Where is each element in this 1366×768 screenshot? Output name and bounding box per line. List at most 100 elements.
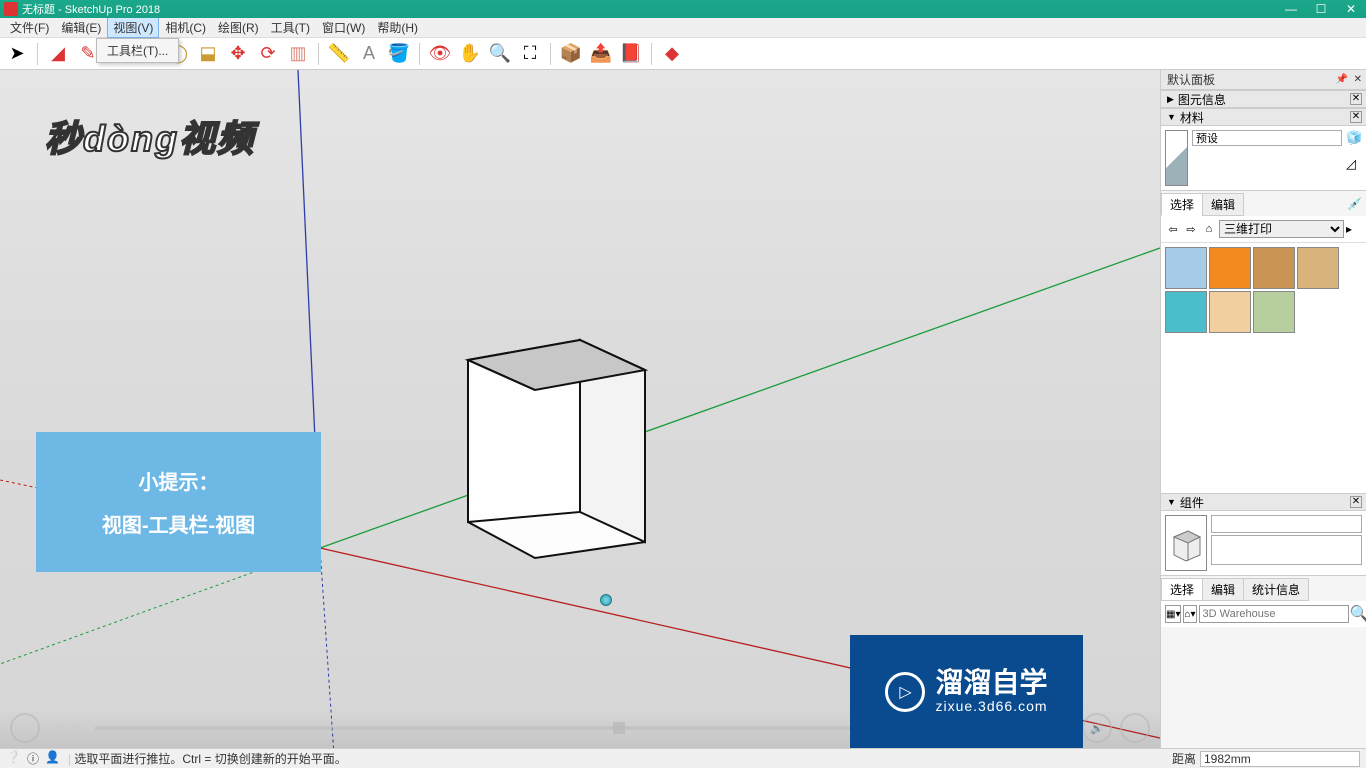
maximize-button[interactable]: ☐ xyxy=(1306,0,1336,18)
tab-stats[interactable]: 统计信息 xyxy=(1243,578,1309,601)
search-icon[interactable]: 🔍 xyxy=(1351,605,1366,623)
cursor-icon xyxy=(600,594,612,606)
tab-edit[interactable]: 编辑 xyxy=(1202,193,1244,216)
zoom-tool[interactable]: 🔍 xyxy=(487,41,513,67)
cube-icon xyxy=(1166,523,1206,563)
orbit-tool[interactable]: 👁 xyxy=(427,41,453,67)
fullscreen-button[interactable]: ⛶ xyxy=(1120,713,1150,743)
eyedropper-icon[interactable]: 💉 xyxy=(1347,197,1362,211)
menu-view[interactable]: 视图(V) xyxy=(107,17,159,38)
offset-tool[interactable]: ✥ xyxy=(225,41,251,67)
brand-en: zixue.3d66.com xyxy=(935,699,1047,714)
close-button[interactable]: ✕ xyxy=(1336,0,1366,18)
tray-title: 默认面板 xyxy=(1167,71,1215,88)
tab-edit[interactable]: 编辑 xyxy=(1202,578,1244,601)
materials-tabs: 选择 编辑 💉 xyxy=(1161,190,1366,216)
home-icon[interactable]: ⌂ xyxy=(1201,221,1217,237)
expand-icon: ▼ xyxy=(1167,112,1176,122)
toolbar-sep xyxy=(37,43,38,65)
home-icon[interactable]: ⌂▾ xyxy=(1183,605,1196,623)
component-name-input[interactable] xyxy=(1211,515,1362,533)
volume-button[interactable]: 🔊 xyxy=(1082,713,1112,743)
menu-camera[interactable]: 相机(C) xyxy=(159,17,212,38)
nav-back-icon[interactable]: ⇦ xyxy=(1165,221,1181,237)
entity-info-label: 图元信息 xyxy=(1178,91,1226,108)
main-toolbar: ➤ ◢ ✎ ⌒ ▭ ◯ ⬓ ✥ ⟳ ▥ 📏 A 🪣 👁 ✋ 🔍 ⛶ 📦 📤 📕 … xyxy=(0,38,1366,70)
warehouse-get-icon[interactable]: 📦 xyxy=(558,41,584,67)
tab-select[interactable]: 选择 xyxy=(1161,578,1203,601)
default-tray: 默认面板 📌 ✕ ▶ 图元信息 ✕ ▼ 材料 ✕ 🧊 ◿ 选择 编辑 xyxy=(1160,70,1366,748)
play-pause-button[interactable]: ⏸ xyxy=(10,713,40,743)
menu-bar: 文件(F) 编辑(E) 视图(V) 相机(C) 绘图(R) 工具(T) 窗口(W… xyxy=(0,18,1366,38)
eraser-tool[interactable]: ◢ xyxy=(45,41,71,67)
geo-icon[interactable]: 👤 xyxy=(45,750,60,767)
tray-close-icon[interactable]: ✕ xyxy=(1354,74,1362,85)
paint-tool[interactable]: 🪣 xyxy=(386,41,412,67)
material-swatch[interactable] xyxy=(1253,291,1295,333)
menu-tools[interactable]: 工具(T) xyxy=(265,17,316,38)
toolbar-sep xyxy=(550,43,551,65)
measurement-readout[interactable]: 1982mm xyxy=(1200,751,1360,767)
material-swatch[interactable] xyxy=(1165,247,1207,289)
submenu-toolbars[interactable]: 工具栏(T)... xyxy=(97,39,178,62)
create-material-icon[interactable]: 🧊 xyxy=(1346,130,1362,146)
select-tool[interactable]: ➤ xyxy=(4,41,30,67)
menu-file[interactable]: 文件(F) xyxy=(4,17,55,38)
status-bar: ❔ ⓘ 👤 | 选取平面进行推拉。Ctrl = 切换创建新的开始平面。 距离 1… xyxy=(0,748,1366,768)
tip-box: 小提示： 视图-工具栏-视图 xyxy=(36,432,321,572)
material-swatch[interactable] xyxy=(1297,247,1339,289)
default-material-icon[interactable]: ◿ xyxy=(1346,156,1362,172)
play-time: 00:29 xyxy=(50,720,85,736)
menu-window[interactable]: 窗口(W) xyxy=(316,17,371,38)
material-name-input[interactable] xyxy=(1192,130,1342,146)
tray-header[interactable]: 默认面板 📌 ✕ xyxy=(1161,70,1366,90)
section-materials[interactable]: ▼ 材料 ✕ xyxy=(1161,108,1366,126)
component-preview: 👤 ℹ xyxy=(1161,511,1366,575)
extension-icon[interactable]: 📕 xyxy=(618,41,644,67)
material-swatch[interactable] xyxy=(1253,247,1295,289)
material-swatch[interactable] xyxy=(1209,247,1251,289)
components-label: 组件 xyxy=(1180,494,1204,511)
text-tool[interactable]: A xyxy=(356,41,382,67)
section-close-icon[interactable]: ✕ xyxy=(1350,496,1362,508)
move-tool[interactable]: ⟳ xyxy=(255,41,281,67)
expand-icon: ▼ xyxy=(1167,497,1176,507)
material-swatches xyxy=(1161,243,1366,493)
rotate-tool[interactable]: ▥ xyxy=(285,41,311,67)
menu-help[interactable]: 帮助(H) xyxy=(371,17,424,38)
section-entity-info[interactable]: ▶ 图元信息 ✕ xyxy=(1161,90,1366,108)
details-icon[interactable]: ▸ xyxy=(1346,222,1362,236)
nav-fwd-icon[interactable]: ⇨ xyxy=(1183,221,1199,237)
material-collection-select[interactable]: 三维打印 xyxy=(1219,220,1344,238)
view-mode-icon[interactable]: ▦▾ xyxy=(1165,605,1181,623)
warehouse-send-icon[interactable]: 📤 xyxy=(588,41,614,67)
section-close-icon[interactable]: ✕ xyxy=(1350,93,1362,105)
collapse-icon: ▶ xyxy=(1167,94,1174,105)
menu-draw[interactable]: 绘图(R) xyxy=(212,17,265,38)
section-components[interactable]: ▼ 组件 ✕ xyxy=(1161,493,1366,511)
menu-edit[interactable]: 编辑(E) xyxy=(55,17,107,38)
search-input[interactable] xyxy=(1199,605,1349,623)
info-icon[interactable]: ⓘ xyxy=(27,750,39,767)
component-thumb[interactable] xyxy=(1165,515,1207,571)
tab-select[interactable]: 选择 xyxy=(1161,193,1203,216)
material-swatch[interactable] xyxy=(1209,291,1251,333)
progress-knob[interactable] xyxy=(613,722,625,734)
component-search-bar: ▦▾ ⌂▾ 🔍 ▸ xyxy=(1161,601,1366,627)
push-pull-tool[interactable]: ⬓ xyxy=(195,41,221,67)
current-material-swatch[interactable] xyxy=(1165,130,1188,186)
section-close-icon[interactable]: ✕ xyxy=(1350,111,1362,123)
title-bar: 无标题 - SketchUp Pro 2018 — ☐ ✕ xyxy=(0,0,1366,18)
zoom-extents-tool[interactable]: ⛶ xyxy=(517,41,543,67)
pin-icon[interactable]: 📌 xyxy=(1336,74,1348,85)
tip-body: 视图-工具栏-视图 xyxy=(102,509,255,538)
ruby-icon[interactable]: ◆ xyxy=(659,41,685,67)
help-icon[interactable]: ❔ xyxy=(6,750,21,767)
tape-tool[interactable]: 📏 xyxy=(326,41,352,67)
material-swatch[interactable] xyxy=(1165,291,1207,333)
minimize-button[interactable]: — xyxy=(1276,0,1306,18)
pan-tool[interactable]: ✋ xyxy=(457,41,483,67)
component-desc-input[interactable] xyxy=(1211,535,1362,565)
viewport[interactable]: 秒dòng视频 小提示： 视图-工具栏-视图 ⏸ 00:29 🔊 ⛶ ▷ 溜溜自… xyxy=(0,70,1160,748)
tip-title: 小提示： xyxy=(139,466,219,495)
